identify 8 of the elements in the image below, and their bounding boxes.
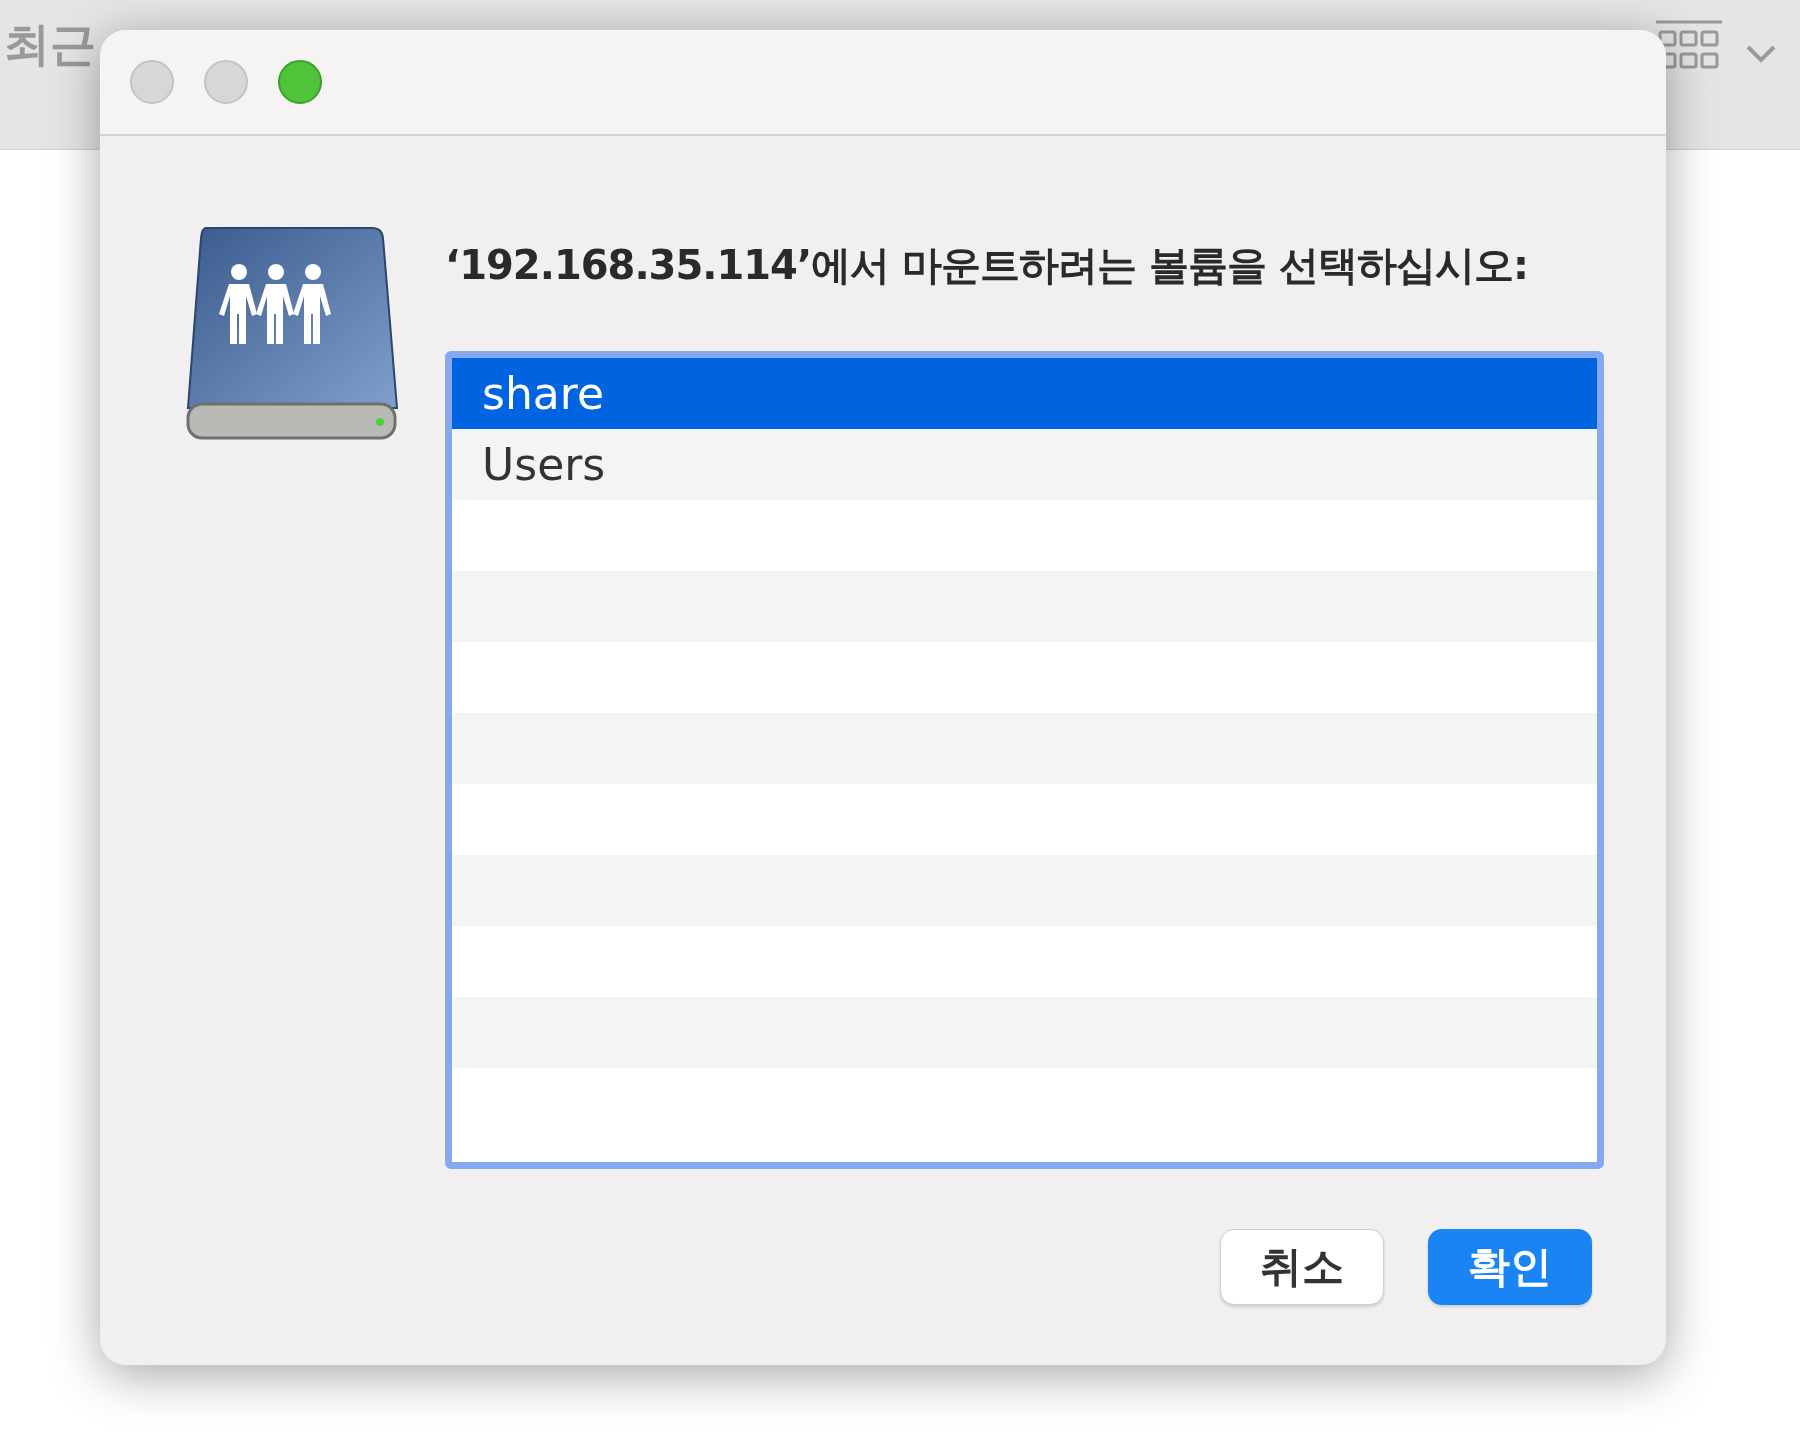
prompt-text: ‘192.168.35.114’에서 마운트하려는 볼륨을 선택하십시오:: [445, 241, 1529, 290]
volume-list[interactable]: share Users: [445, 351, 1604, 1169]
confirm-button[interactable]: 확인: [1428, 1229, 1592, 1305]
window-title: 최근: [4, 16, 96, 73]
cancel-button[interactable]: 취소: [1220, 1229, 1384, 1305]
zoom-window-button[interactable]: [278, 60, 322, 104]
volume-item[interactable]: Users: [452, 429, 1597, 500]
volume-item[interactable]: share: [452, 358, 1597, 429]
